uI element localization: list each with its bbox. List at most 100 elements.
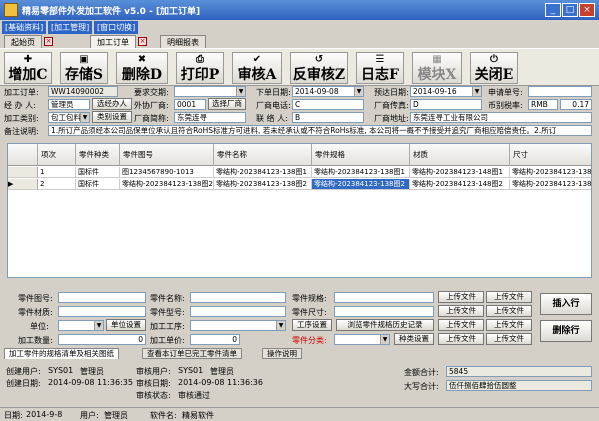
log-button[interactable]: ☰ 日志F xyxy=(356,52,404,84)
type-select[interactable]: 包工包料 ▼ xyxy=(48,112,90,123)
part-size-field[interactable] xyxy=(334,306,434,317)
part-model-field[interactable] xyxy=(190,306,286,317)
delete-button[interactable]: ✖ 删除D xyxy=(116,52,168,84)
currency-field[interactable]: RMB xyxy=(528,99,558,110)
process-setting-button[interactable]: 工序设置 xyxy=(292,319,332,331)
toolbar-label: 存储S xyxy=(64,67,104,83)
minimize-button[interactable]: _ xyxy=(545,3,561,17)
unit-setting-button[interactable]: 单位设置 xyxy=(106,319,146,331)
menu-basic-data[interactable]: [基础资料] xyxy=(2,21,47,34)
chevron-down-icon[interactable]: ▼ xyxy=(472,87,481,96)
chevron-down-icon[interactable]: ▼ xyxy=(276,321,285,330)
chevron-down-icon[interactable]: ▼ xyxy=(236,87,245,96)
upload-file-button-8[interactable]: 上传文件 xyxy=(486,333,532,345)
select-vendor-button[interactable]: 选择厂商 xyxy=(208,98,246,110)
tax-rate-field[interactable]: 0.17 xyxy=(560,99,592,110)
contact-field[interactable]: B xyxy=(292,112,364,123)
grid-cell[interactable]: 零结构-202384123-138图2 xyxy=(510,179,591,190)
fax-field[interactable]: D xyxy=(410,99,482,110)
grid-cell[interactable]: 零结构-202384123-138图1 xyxy=(312,167,410,178)
grid-cell[interactable]: 零结构-202384123-148图2 xyxy=(410,179,510,190)
column-header[interactable]: 零件种类 xyxy=(76,144,120,166)
upload-file-button-1[interactable]: 上传文件 xyxy=(438,291,484,303)
handler-field[interactable]: 管理员 xyxy=(48,99,90,110)
grid-cell[interactable]: 零结构-202384123-138图1 xyxy=(510,167,591,178)
column-header[interactable]: 尺寸 xyxy=(510,144,591,166)
delete-row-button[interactable]: 删除行 xyxy=(540,320,592,342)
part-spec-field[interactable] xyxy=(334,292,434,303)
menu-window-switch[interactable]: [窗口切换] xyxy=(94,21,139,34)
apply-no-field[interactable] xyxy=(528,86,592,97)
upload-file-button-6[interactable]: 上传文件 xyxy=(486,319,532,331)
vendor-name-field[interactable]: 东莞连寻 xyxy=(174,112,246,123)
req-date-field[interactable]: ▼ xyxy=(174,86,246,97)
menu-processing[interactable]: [加工管理] xyxy=(48,21,93,34)
grid-cell[interactable]: 国标件 xyxy=(76,167,120,178)
column-header[interactable]: 零件图号 xyxy=(120,144,214,166)
process-select[interactable]: ▼ xyxy=(190,320,286,331)
upload-file-button-2[interactable]: 上传文件 xyxy=(486,291,532,303)
insert-row-button[interactable]: 插入行 xyxy=(540,293,592,315)
phone-field[interactable]: C xyxy=(292,99,364,110)
tab-detail-report[interactable]: 明细报表 xyxy=(160,35,206,48)
parts-grid[interactable]: 项次 零件种类 零件图号 零件名称 零件规格 材质 尺寸 1 国标件 图1234567890-10… xyxy=(7,143,592,278)
tab-close-icon[interactable]: × xyxy=(44,37,53,46)
add-button[interactable]: ✚ 增加C xyxy=(4,52,52,84)
chevron-down-icon[interactable]: ▼ xyxy=(354,87,363,96)
row-header[interactable]: ▶ xyxy=(8,179,38,190)
history-button[interactable]: 浏览零件规格历史记录 xyxy=(336,319,434,331)
close-window-button[interactable]: × xyxy=(579,3,595,17)
qty-field[interactable]: 0 xyxy=(58,334,146,345)
kind-setting-button[interactable]: 种类设置 xyxy=(394,333,434,345)
address-field[interactable]: 东莞连寻工业有限公司 xyxy=(410,112,592,123)
part-kind-select[interactable]: ▼ xyxy=(334,334,390,345)
tab-spec-list[interactable]: 加工零件的规格清单及相关图纸 xyxy=(4,348,119,359)
part-no-field[interactable] xyxy=(58,292,146,303)
unit-select[interactable]: ▼ xyxy=(58,320,104,331)
grid-cell[interactable]: 零结构-202384123-138图2 xyxy=(120,179,214,190)
tab-close-icon[interactable]: × xyxy=(138,37,147,46)
tab-completed-parts[interactable]: 查看本订单已完工零件清单 xyxy=(142,348,242,359)
grid-cell[interactable]: 零结构-202384123-138图2 xyxy=(312,179,410,190)
upload-file-button-7[interactable]: 上传文件 xyxy=(438,333,484,345)
upload-file-button-4[interactable]: 上传文件 xyxy=(486,305,532,317)
grid-cell[interactable]: 2 xyxy=(38,179,76,190)
tab-start-page[interactable]: 起始页 xyxy=(4,35,42,48)
grid-cell[interactable]: 零结构-2023841​23-138图1 xyxy=(214,167,312,178)
tab-processing-order[interactable]: 加工订单 xyxy=(90,35,136,48)
audit-button[interactable]: ✔ 审核A xyxy=(232,52,282,84)
tab-instructions[interactable]: 操作说明 xyxy=(262,348,302,359)
column-header[interactable]: 零件规格 xyxy=(312,144,410,166)
column-header[interactable]: 项次 xyxy=(38,144,76,166)
print-button[interactable]: ⎙ 打印P xyxy=(176,52,224,84)
chevron-down-icon[interactable]: ▼ xyxy=(94,321,103,330)
notes-field[interactable]: 1.所订产品须经本公司品保单位承认且符合RoHS标准方可进料, 若未经承认或不符… xyxy=(48,125,592,136)
grid-cell[interactable]: 零结构-202384123-138图2 xyxy=(214,179,312,190)
close-button[interactable]: ⏻ 关闭E xyxy=(470,52,518,84)
grid-cell[interactable]: 1 xyxy=(38,167,76,178)
row-header[interactable] xyxy=(8,167,38,178)
module-button[interactable]: ▦ 模块X xyxy=(412,52,462,84)
select-handler-button[interactable]: 选经办人 xyxy=(92,98,132,110)
part-name-field[interactable] xyxy=(190,292,286,303)
column-header[interactable]: 零件名称 xyxy=(214,144,312,166)
type-setting-button[interactable]: 类别设置 xyxy=(92,111,132,123)
delivery-date-field[interactable]: 2014-09-16 ▼ xyxy=(410,86,482,97)
save-button[interactable]: ▣ 存储S xyxy=(60,52,108,84)
grid-cell[interactable]: 零结构-202384123-148图1 xyxy=(410,167,510,178)
grid-cell[interactable]: 图1234567890-1013 xyxy=(120,167,214,178)
unaudit-button[interactable]: ↺ 反审核Z xyxy=(290,52,348,84)
chevron-down-icon[interactable]: ▼ xyxy=(80,113,89,122)
price-field[interactable]: 0 xyxy=(190,334,240,345)
part-material-field[interactable] xyxy=(58,306,146,317)
grid-cell[interactable]: 国标件 xyxy=(76,179,120,190)
vendor-code-field[interactable]: 0001 xyxy=(174,99,206,110)
maximize-button[interactable]: □ xyxy=(562,3,578,17)
order-no-field[interactable]: WW14090002 xyxy=(48,86,118,97)
order-date-field[interactable]: 2014-09-08 ▼ xyxy=(292,86,364,97)
column-header[interactable]: 材质 xyxy=(410,144,510,166)
upload-file-button-5[interactable]: 上传文件 xyxy=(438,319,484,331)
upload-file-button-3[interactable]: 上传文件 xyxy=(438,305,484,317)
chevron-down-icon[interactable]: ▼ xyxy=(380,335,389,344)
unit-label: 单位: xyxy=(30,322,49,331)
